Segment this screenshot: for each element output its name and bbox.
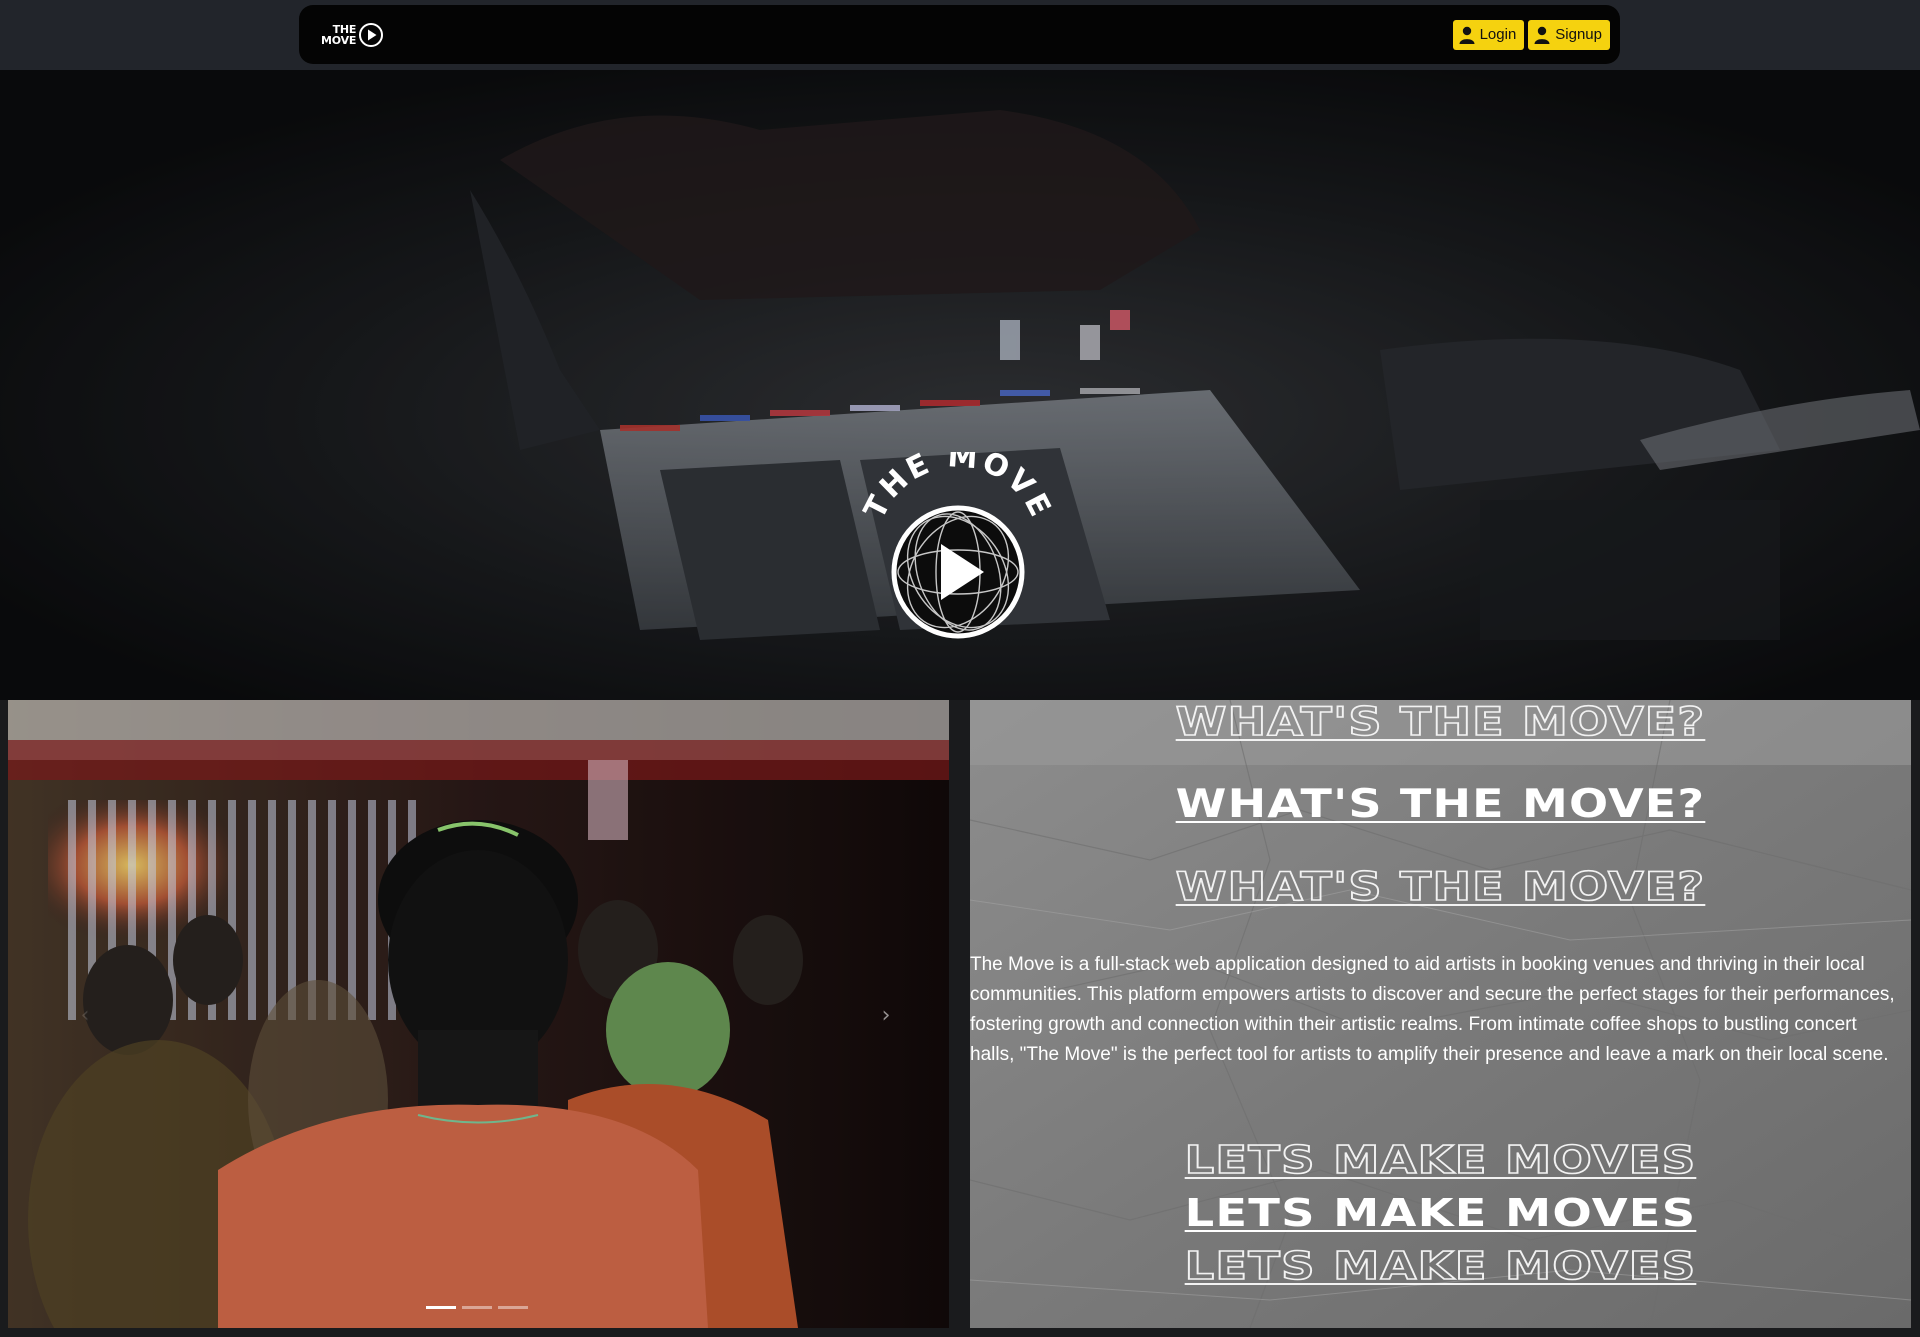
brand-line-1: THE (332, 22, 357, 36)
user-icon (1459, 26, 1475, 44)
hero-video: THE MOVE (0, 70, 1920, 700)
carousel-next-button[interactable]: › (871, 1000, 901, 1030)
lets-heading-main: LETS MAKE MOVES (1184, 1191, 1697, 1235)
carousel-indicators (426, 1306, 528, 1309)
about-content: WHAT'S THE MOVE? WHAT'S THE MOVE? WHAT'S… (970, 700, 1911, 1328)
chevron-right-icon: › (881, 1002, 891, 1028)
crowd-photo (8, 700, 949, 1328)
globe-play-icon (891, 505, 1025, 639)
heading-main: WHAT'S THE MOVE? (1175, 782, 1706, 827)
about-panel: WHAT'S THE MOVE? WHAT'S THE MOVE? WHAT'S… (970, 700, 1911, 1328)
heading-outline-top: WHAT'S THE MOVE? (1175, 700, 1706, 746)
user-icon (1534, 26, 1550, 44)
carousel-prev-button[interactable]: ‹ (70, 1000, 100, 1030)
navbar: THE MOVE Login Signup (299, 5, 1620, 64)
login-button[interactable]: Login (1452, 19, 1525, 50)
signup-label: Signup (1555, 26, 1602, 43)
the-move-play-logo[interactable]: THE MOVE (857, 439, 1058, 642)
brand-text: THE MOVE (321, 24, 356, 46)
brand-line-2: MOVE (321, 33, 357, 47)
play-circle-icon (358, 22, 384, 48)
about-description: The Move is a full-stack web application… (970, 954, 1895, 1065)
heading-outline-bottom: WHAT'S THE MOVE? (1175, 864, 1706, 911)
photo-carousel: ‹ › (8, 700, 949, 1328)
carousel-indicator-3[interactable] (498, 1306, 528, 1309)
carousel-indicator-1[interactable] (426, 1306, 456, 1309)
brand-logo[interactable]: THE MOVE (321, 22, 384, 48)
login-label: Login (1479, 26, 1517, 43)
chevron-left-icon: ‹ (80, 1002, 90, 1028)
signup-button[interactable]: Signup (1528, 19, 1610, 50)
content-section: ‹ › WHAT'S THE MOVE? WHAT'S THE MOVE? WH… (0, 700, 1920, 1337)
auth-buttons: Login Signup (1452, 19, 1610, 50)
lets-heading-outline-top: LETS MAKE MOVES (1184, 1137, 1697, 1183)
carousel-indicator-2[interactable] (462, 1306, 492, 1309)
lets-heading-outline-bottom: LETS MAKE MOVES (1184, 1243, 1697, 1289)
